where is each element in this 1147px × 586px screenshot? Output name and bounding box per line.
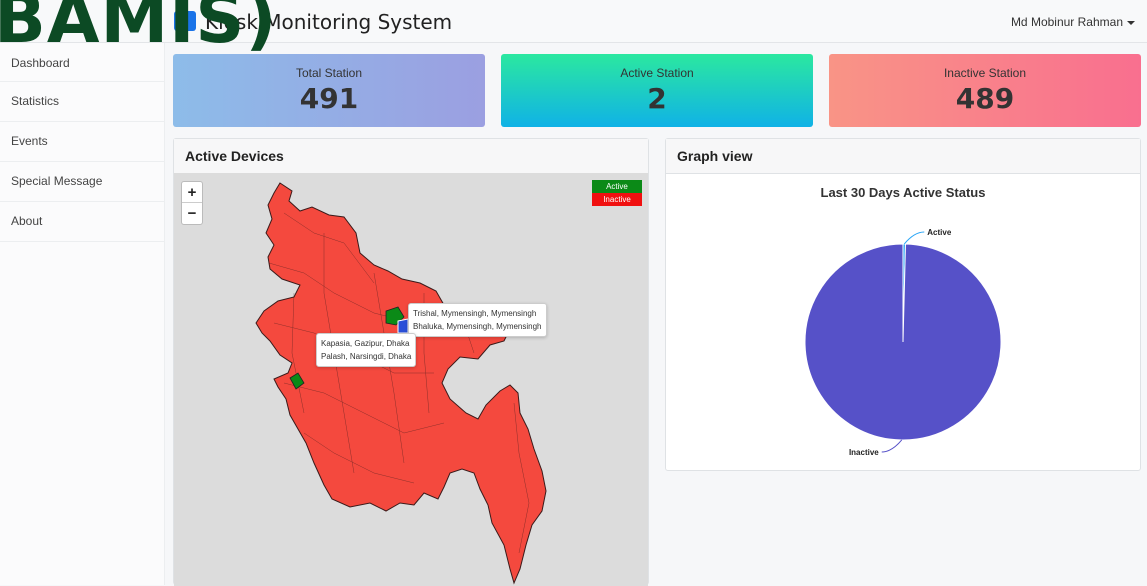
- pie-label-active: Active: [927, 228, 952, 237]
- sidebar-item-special-message[interactable]: Special Message: [0, 162, 164, 202]
- inactive-station-value: 489: [955, 82, 1015, 115]
- active-devices-card: Active Devices + − Active Inactive Trish…: [173, 138, 649, 586]
- map-legend: Active Inactive: [592, 180, 642, 206]
- zoom-control: + −: [181, 181, 203, 225]
- watermark-text: BAMIS): [0, 0, 278, 59]
- map-canvas[interactable]: + − Active Inactive Trishal, Mymensingh,…: [174, 173, 648, 586]
- inactive-station-label: Inactive Station: [943, 66, 1027, 80]
- active-station-label: Active Station: [620, 66, 694, 80]
- graph-view-card: Graph view Last 30 Days Active Status Ac…: [665, 138, 1141, 471]
- active-station-value: 2: [647, 82, 667, 115]
- user-name: Md Mobinur Rahman: [1010, 15, 1123, 29]
- pie-label-inactive: Inactive: [849, 448, 879, 457]
- legend-active: Active: [592, 180, 642, 193]
- bangladesh-map[interactable]: [174, 173, 648, 586]
- inactive-station-card: Inactive Station 489: [829, 54, 1141, 127]
- sidebar-item-statistics[interactable]: Statistics: [0, 82, 164, 122]
- pie-label-connector: [903, 231, 925, 245]
- total-station-value: 491: [299, 82, 359, 115]
- total-station-label: Total Station: [295, 66, 363, 80]
- pie-chart[interactable]: Active Inactive: [666, 209, 1140, 469]
- tooltip-text: Trishal, Mymensingh, Mymensingh: [413, 309, 537, 318]
- map-marker[interactable]: [397, 318, 409, 334]
- sidebar-item-about[interactable]: About: [0, 202, 164, 242]
- pie-slice-inactive[interactable]: [804, 243, 1002, 441]
- tooltip-text: Palash, Narsingdi, Dhaka: [321, 352, 412, 361]
- chart-title: Last 30 Days Active Status: [820, 185, 986, 200]
- chevron-down-icon: [1127, 20, 1135, 25]
- legend-inactive: Inactive: [592, 193, 642, 206]
- graph-view-title: Graph view: [666, 139, 1140, 174]
- pie-label-connector: [881, 439, 903, 453]
- map-tooltip: Trishal, Mymensingh, Mymensingh Bhaluka,…: [408, 303, 547, 337]
- tooltip-text: Bhaluka, Mymensingh, Mymensingh: [413, 322, 542, 331]
- zoom-out-button[interactable]: −: [182, 203, 202, 224]
- total-station-card: Total Station 491: [173, 54, 485, 127]
- sidebar-item-events[interactable]: Events: [0, 122, 164, 162]
- active-station-card: Active Station 2: [501, 54, 813, 127]
- zoom-in-button[interactable]: +: [182, 182, 202, 203]
- tooltip-text: Kapasia, Gazipur, Dhaka: [321, 339, 410, 348]
- map-tooltip: Kapasia, Gazipur, Dhaka Palash, Narsingd…: [316, 333, 417, 367]
- active-devices-title: Active Devices: [174, 139, 648, 174]
- user-menu-dropdown[interactable]: Md Mobinur Rahman: [1011, 15, 1135, 29]
- sidebar: Dashboard Statistics Events Special Mess…: [0, 43, 165, 585]
